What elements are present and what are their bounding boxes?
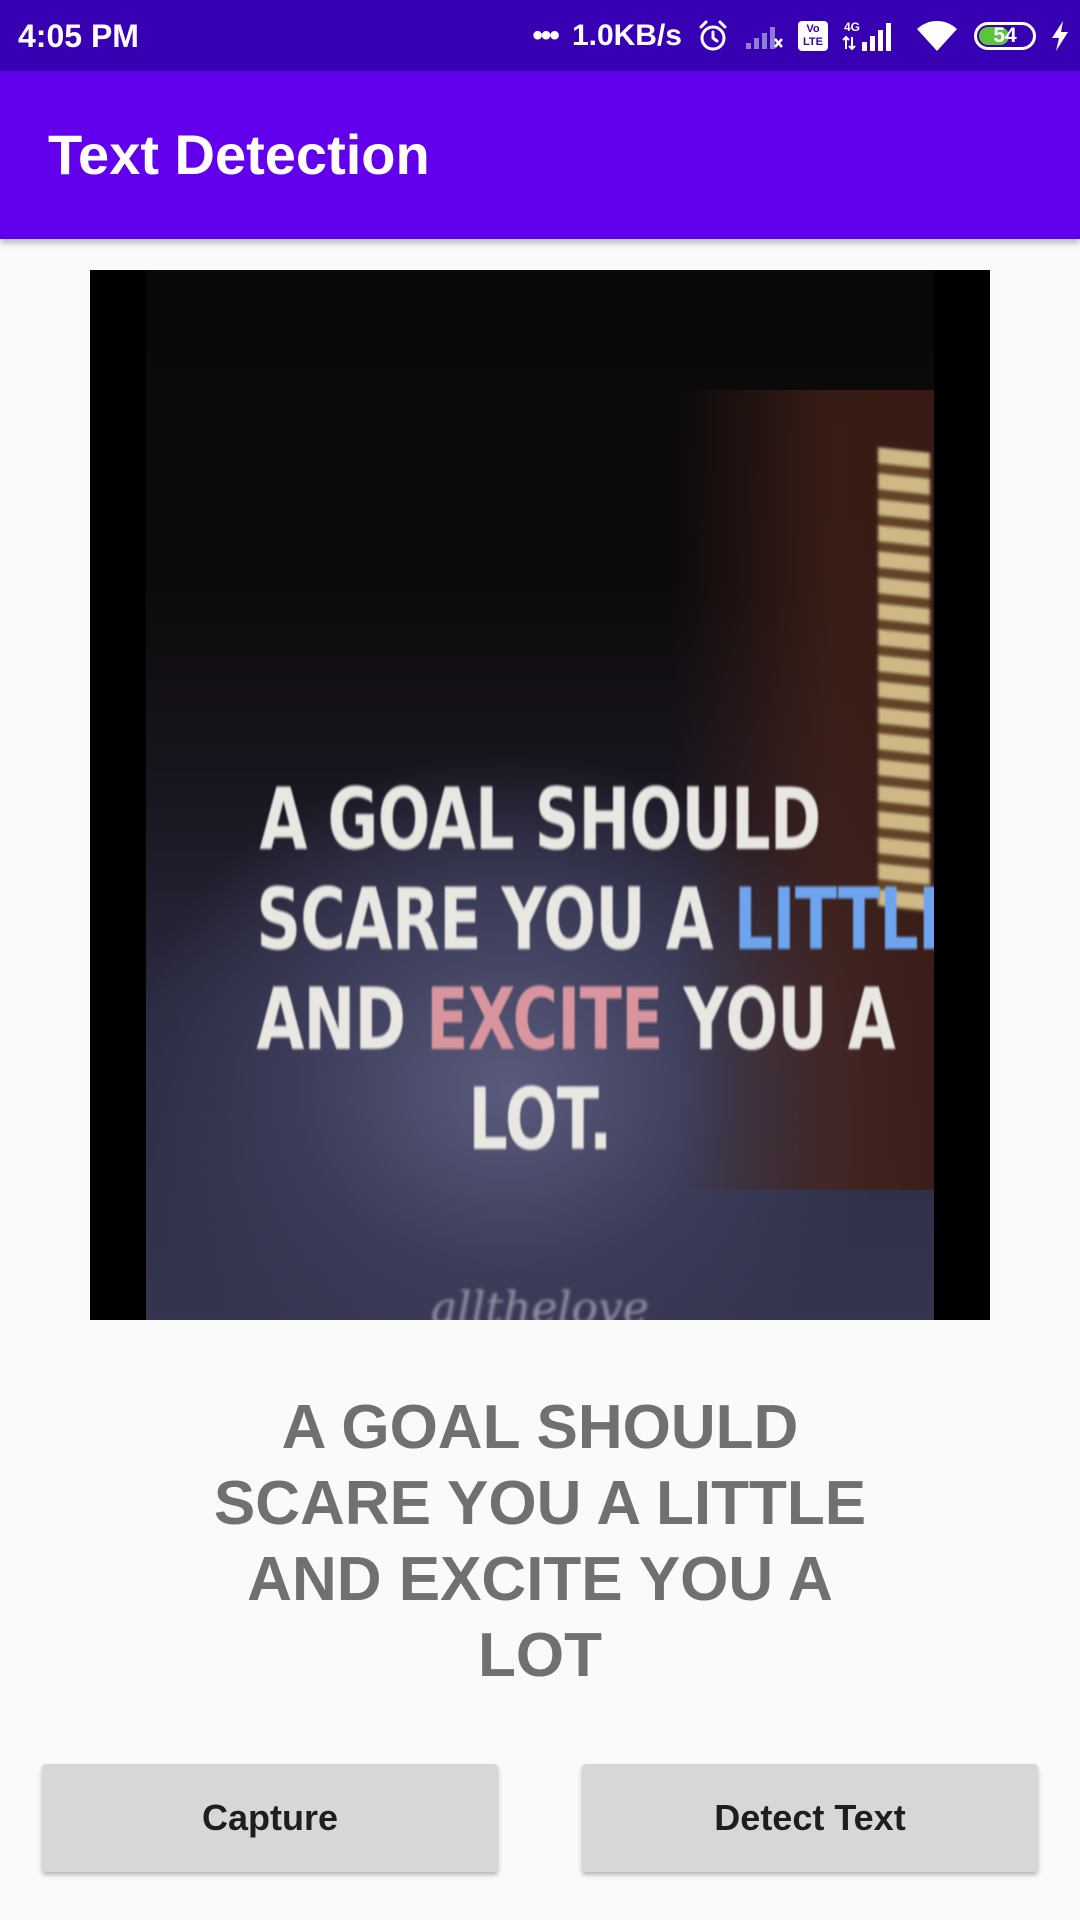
photo-quote-line: LOT. (256, 1070, 823, 1170)
photo-quote-segment: A GOAL SHOULD (259, 770, 821, 870)
photo-quote-segment: LOT. (468, 1070, 612, 1170)
status-time: 4:05 PM (18, 18, 139, 54)
photo-content: A GOAL SHOULDSCARE YOU A LITTLEAND EXCIT… (146, 270, 934, 1320)
signal-x-icon (744, 21, 784, 51)
battery-level: 54 (993, 24, 1017, 47)
network-speed: 1.0KB/s (571, 19, 682, 52)
detect-text-button[interactable]: Detect Text (582, 1764, 1038, 1872)
photo-quote-line: AND EXCITE YOU A (256, 970, 895, 1070)
detected-text-line: AND EXCITE YOU A (247, 1545, 833, 1614)
volte-icon: Vo LTE (798, 21, 828, 51)
photo-quote-segment: LITTLE (733, 870, 934, 970)
detected-text-line: A GOAL SHOULD (281, 1393, 799, 1462)
app-bar: Text Detection (0, 71, 1080, 239)
photo-quote-line: SCARE YOU A LITTLE (256, 870, 934, 970)
captured-image: A GOAL SHOULDSCARE YOU A LITTLEAND EXCIT… (90, 270, 990, 1320)
photo-quote-segment: AND (256, 970, 427, 1070)
photo-quote-segment: EXCITE (426, 970, 663, 1070)
battery-icon: 54 (974, 22, 1036, 50)
status-icons: ••• 1.0KB/s Vo LTE 4G 54 (532, 12, 1070, 60)
signal-4g-icon: 4G (842, 19, 900, 53)
wifi-icon (914, 19, 960, 53)
photo-quote-text: A GOAL SHOULDSCARE YOU A LITTLEAND EXCIT… (256, 770, 934, 1170)
detected-text-line: SCARE YOU A LITTLE (213, 1469, 867, 1538)
charging-icon (1050, 20, 1070, 52)
detected-text-line: LOT (478, 1621, 602, 1690)
capture-button[interactable]: Capture (42, 1764, 498, 1872)
photo-quote-line: A GOAL SHOULD (256, 770, 823, 870)
notification-dots: ••• (532, 19, 559, 52)
svg-text:4G: 4G (844, 20, 860, 34)
photo-script-signature: allthelove (431, 1283, 649, 1320)
photo-quote-segment: YOU A (662, 970, 896, 1070)
app-title: Text Detection (48, 123, 430, 186)
photo-window-blinds (878, 447, 930, 913)
detected-text: A GOAL SHOULD SCARE YOU A LITTLE AND EXCIT… (0, 1390, 1080, 1694)
status-bar: 4:05 PM ••• 1.0KB/s Vo LTE 4G 54 (0, 0, 1080, 71)
photo-quote-segment: SCARE YOU A (256, 870, 734, 970)
alarm-icon (696, 19, 730, 53)
